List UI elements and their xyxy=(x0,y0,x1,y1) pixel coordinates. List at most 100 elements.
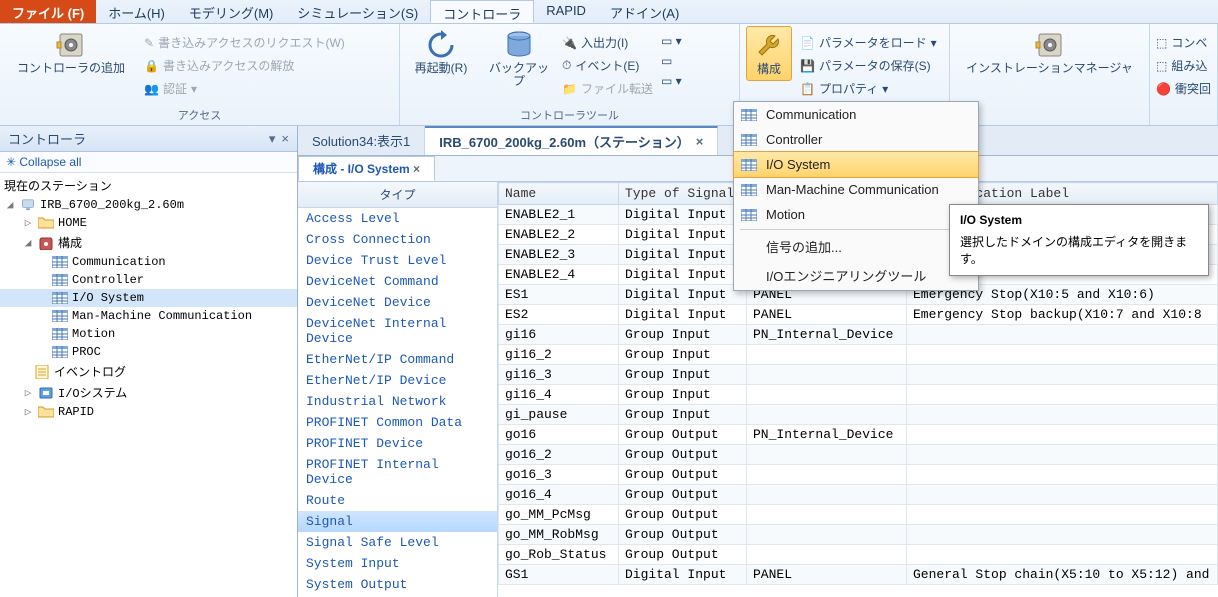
table-row[interactable]: gi16_2Group Input xyxy=(499,345,1218,365)
tree-eventlog[interactable]: イベントログ xyxy=(0,361,297,382)
panel-close-icon[interactable]: × xyxy=(281,131,289,147)
table-row[interactable]: GS1Digital InputPANELGeneral Stop chain(… xyxy=(499,565,1218,585)
tree-rapid[interactable]: ▷RAPID xyxy=(0,403,297,421)
panel-dropdown-icon[interactable]: ▾ xyxy=(269,131,276,147)
load-parameters[interactable]: 📄 パラメータをロード ▾ xyxy=(800,32,937,53)
type-item[interactable]: Signal Safe Level xyxy=(298,532,497,553)
tab-file[interactable]: ファイル (F) xyxy=(0,0,96,23)
close-icon[interactable]: × xyxy=(413,162,420,176)
cell: Digital Input xyxy=(619,565,747,585)
collapse-all[interactable]: ✳ Collapse all xyxy=(0,152,297,173)
doc-tab-solution[interactable]: Solution34:表示1 xyxy=(298,126,425,155)
type-item[interactable]: DeviceNet Command xyxy=(298,271,497,292)
cell xyxy=(747,525,907,545)
type-item[interactable]: Access Level xyxy=(298,208,497,229)
cell: Group Input xyxy=(619,345,747,365)
type-item[interactable]: Signal xyxy=(298,511,497,532)
dd-man-machine[interactable]: Man-Machine Communication xyxy=(734,177,978,202)
cell: ENABLE2_4 xyxy=(499,265,619,285)
event-button[interactable]: ⏱ イベント(E) xyxy=(562,55,653,76)
type-item[interactable]: Industrial Network xyxy=(298,391,497,412)
tab-rapid[interactable]: RAPID xyxy=(534,0,598,23)
add-controller-button[interactable]: コントローラの追加 xyxy=(6,26,136,79)
col-name[interactable]: Name xyxy=(499,183,619,205)
tab-home[interactable]: ホーム(H) xyxy=(96,0,177,23)
table-row[interactable]: go16_4Group Output xyxy=(499,485,1218,505)
table-row[interactable]: go_MM_RobMsgGroup Output xyxy=(499,525,1218,545)
type-item[interactable]: EtherNet/IP Command xyxy=(298,349,497,370)
table-row[interactable]: gi16Group InputPN_Internal_Device xyxy=(499,325,1218,345)
restart-button[interactable]: 再起動(R) xyxy=(406,26,476,79)
type-item[interactable]: System Output xyxy=(298,574,497,595)
cell: ES2 xyxy=(499,305,619,325)
authentication[interactable]: 👥 認証 ▾ xyxy=(144,78,345,99)
tree-io-subsystem[interactable]: ▷I/Oシステム xyxy=(0,382,297,403)
table-row[interactable]: go16Group OutputPN_Internal_Device xyxy=(499,425,1218,445)
table-row[interactable]: go_Rob_StatusGroup Output xyxy=(499,545,1218,565)
sub-tab-io[interactable]: 構成 - I/O System × xyxy=(298,156,435,181)
type-item[interactable]: DeviceNet Internal Device xyxy=(298,313,497,349)
tooltip: I/O System 選択したドメインの構成エディタを開きます。 xyxy=(949,204,1209,276)
dd-io-system[interactable]: I/O System xyxy=(733,151,979,178)
type-item[interactable]: Device Trust Level xyxy=(298,250,497,271)
type-item[interactable]: EtherNet/IP Device xyxy=(298,370,497,391)
doc-tab-station[interactable]: IRB_6700_200kg_2.60m（ステーション）× xyxy=(425,126,718,155)
tree-config[interactable]: ◢構成 xyxy=(0,232,297,253)
request-write-access[interactable]: ✎ 書き込みアクセスのリクエスト(W) xyxy=(144,32,345,53)
type-item[interactable]: PROFINET Common Data xyxy=(298,412,497,433)
config-button[interactable]: 構成 xyxy=(746,26,792,81)
dd-io-engineering[interactable]: I/Oエンジニアリングツール xyxy=(734,261,978,290)
embed[interactable]: ⬚ 組み込 xyxy=(1156,55,1211,76)
cell xyxy=(907,505,1218,525)
release-write-access[interactable]: 🔒 書き込みアクセスの解放 xyxy=(144,55,345,76)
table-row[interactable]: ES2Digital InputPANELEmergency Stop back… xyxy=(499,305,1218,325)
cell: Digital Input xyxy=(619,265,747,285)
cell: Group Input xyxy=(619,405,747,425)
tab-simulation[interactable]: シミュレーション(S) xyxy=(285,0,430,23)
io-button[interactable]: 🔌 入出力(I) xyxy=(562,32,653,53)
save-parameters[interactable]: 💾 パラメータの保存(S) xyxy=(800,55,937,76)
tree-controller[interactable]: Controller xyxy=(0,271,297,289)
file-transfer-button[interactable]: 📁 ファイル転送 xyxy=(562,78,653,99)
tree-home[interactable]: ▷HOME xyxy=(0,214,297,232)
table-row[interactable]: gi16_4Group Input xyxy=(499,385,1218,405)
col-type[interactable]: Type of Signal xyxy=(619,183,747,205)
tree-man-machine[interactable]: Man-Machine Communication xyxy=(0,307,297,325)
table-row[interactable]: go_MM_PcMsgGroup Output xyxy=(499,505,1218,525)
tab-controller[interactable]: コントローラ xyxy=(430,0,534,23)
table-row[interactable]: go16_3Group Output xyxy=(499,465,1218,485)
properties[interactable]: 📋 プロパティ ▾ xyxy=(800,78,937,99)
table-row[interactable]: gi_pauseGroup Input xyxy=(499,405,1218,425)
tree-motion[interactable]: Motion xyxy=(0,325,297,343)
type-item[interactable]: PROFINET Internal Device xyxy=(298,454,497,490)
table-row[interactable]: gi16_3Group Input xyxy=(499,365,1218,385)
tree-robot[interactable]: ◢IRB_6700_200kg_2.60m xyxy=(0,196,297,214)
misc-toggle-2[interactable]: ▭ xyxy=(661,52,682,70)
cell: PN_Internal_Device xyxy=(747,325,907,345)
type-item[interactable]: Cross Connection xyxy=(298,229,497,250)
tree-proc[interactable]: PROC xyxy=(0,343,297,361)
misc-toggle-1[interactable]: ▭ ▾ xyxy=(661,32,682,50)
cell: go16_4 xyxy=(499,485,619,505)
tab-addin[interactable]: アドイン(A) xyxy=(598,0,691,23)
type-item[interactable]: Route xyxy=(298,490,497,511)
dd-communication[interactable]: Communication xyxy=(734,102,978,127)
collision[interactable]: 🔴 衝突回 xyxy=(1156,78,1211,99)
dd-motion[interactable]: Motion xyxy=(734,202,978,227)
conveyor[interactable]: ⬚ コンベ xyxy=(1156,32,1211,53)
dd-add-signal[interactable]: 信号の追加... xyxy=(734,232,978,261)
table-row[interactable]: go16_2Group Output xyxy=(499,445,1218,465)
cell: gi16_3 xyxy=(499,365,619,385)
cell: PANEL xyxy=(747,305,907,325)
tab-modeling[interactable]: モデリング(M) xyxy=(177,0,286,23)
backup-button[interactable]: バックアップ xyxy=(484,26,554,92)
tree-io-system[interactable]: I/O System xyxy=(0,289,297,307)
dd-controller[interactable]: Controller xyxy=(734,127,978,152)
type-item[interactable]: DeviceNet Device xyxy=(298,292,497,313)
installation-manager-button[interactable]: インストレーションマネージャ xyxy=(956,26,1143,79)
misc-toggle-3[interactable]: ▭ ▾ xyxy=(661,72,682,90)
type-item[interactable]: PROFINET Device xyxy=(298,433,497,454)
type-item[interactable]: System Input xyxy=(298,553,497,574)
tree-communication[interactable]: Communication xyxy=(0,253,297,271)
close-icon[interactable]: × xyxy=(696,134,704,149)
